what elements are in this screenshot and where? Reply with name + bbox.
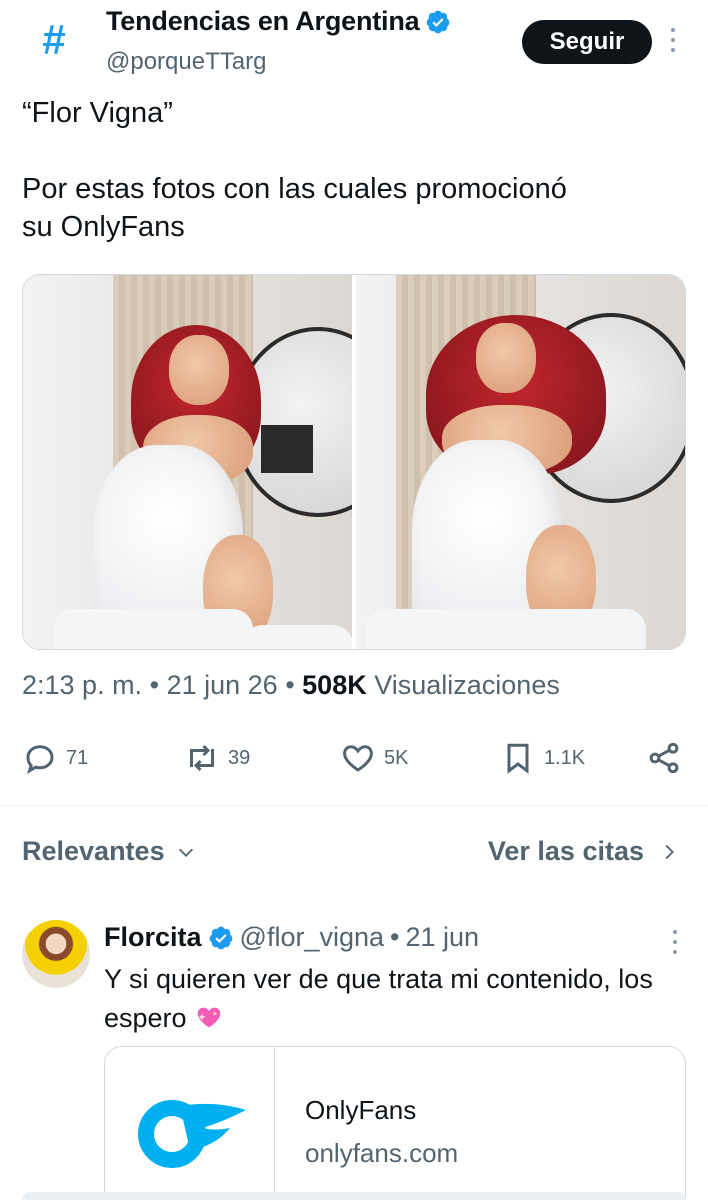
follow-button[interactable]: Seguir [522, 20, 652, 64]
meta-separator: • [390, 922, 400, 952]
like-count: 5K [384, 746, 409, 769]
reply-author-name[interactable]: Florcita [104, 922, 202, 953]
sort-relevant-dropdown[interactable]: Relevantes [22, 836, 197, 867]
tweet-time[interactable]: 2:13 p. m. [22, 670, 142, 700]
onlyfans-logo-icon [105, 1047, 275, 1200]
view-quotes-label: Ver las citas [487, 836, 644, 866]
reply-sort-row: Relevantes Ver las citas [0, 830, 708, 876]
reply-button[interactable]: 71 [22, 735, 88, 781]
views-label: Visualizaciones [374, 670, 560, 700]
views-count: 508K [302, 670, 367, 700]
media-grid [22, 274, 686, 650]
chevron-down-icon [178, 848, 193, 857]
verified-badge-icon [209, 926, 232, 949]
author-handle[interactable]: @porqueTTarg [106, 48, 266, 76]
more-options-icon[interactable] [668, 928, 682, 958]
meta-separator: • [285, 670, 295, 700]
action-bar: 71 39 5K 1.1K [0, 735, 708, 781]
verified-badge-icon [427, 10, 450, 33]
bookmark-button[interactable]: 1.1K [500, 735, 585, 781]
reply-count: 71 [66, 746, 89, 769]
retweet-count: 39 [228, 746, 251, 769]
like-button[interactable]: 5K [340, 735, 408, 781]
bookmark-count: 1.1K [544, 746, 586, 769]
link-card-title: OnlyFans [305, 1095, 417, 1125]
reply-text: Y si quieren ver de que trata mi conteni… [104, 960, 694, 1038]
meta-separator: • [149, 670, 160, 700]
more-options-icon[interactable] [666, 26, 680, 56]
heart-icon [343, 745, 373, 772]
next-card-edge [22, 1192, 686, 1200]
link-card-info: OnlyFans onlyfans.com [275, 1047, 458, 1200]
sparkling-heart-icon [197, 1007, 221, 1028]
tweet-photo-2[interactable] [356, 275, 685, 649]
link-card-domain: onlyfans.com [305, 1138, 459, 1168]
reply-icon [26, 745, 54, 775]
reply-text-content: Y si quieren ver de que trata mi conteni… [104, 964, 653, 1033]
chevron-right-icon [665, 844, 674, 859]
author-name[interactable]: Tendencias en Argentina [106, 6, 451, 37]
author-name-label: Tendencias en Argentina [106, 6, 420, 36]
reply-tweet[interactable]: Florcita @flor_vigna • 21 jun Y si quier… [0, 910, 708, 1200]
tweet-date[interactable]: 21 jun 26 [167, 670, 278, 700]
bookmark-icon [507, 743, 529, 774]
link-preview-card[interactable]: OnlyFans onlyfans.com [104, 1046, 686, 1200]
view-quotes-link[interactable]: Ver las citas [488, 836, 680, 867]
section-divider [0, 805, 708, 806]
hashtag-icon[interactable]: # [28, 14, 80, 66]
sort-label: Relevantes [22, 836, 165, 866]
reply-header: Florcita @flor_vigna • 21 jun [104, 922, 479, 953]
reply-author-handle[interactable]: @flor_vigna [240, 922, 384, 953]
share-button[interactable] [646, 735, 682, 781]
retweet-button[interactable]: 39 [184, 735, 250, 781]
avatar[interactable] [22, 920, 90, 988]
tweet-meta: 2:13 p. m. • 21 jun 26 • 508K Visualizac… [22, 670, 560, 701]
tweet-header: # Tendencias en Argentina @porqueTTarg S… [0, 0, 708, 90]
share-icon [649, 742, 679, 774]
tweet-photo-1[interactable] [23, 275, 352, 649]
reply-date[interactable]: 21 jun [405, 922, 479, 953]
tweet-text: “Flor Vigna” Por estas fotos con las cua… [22, 97, 567, 243]
retweet-icon [190, 744, 214, 772]
